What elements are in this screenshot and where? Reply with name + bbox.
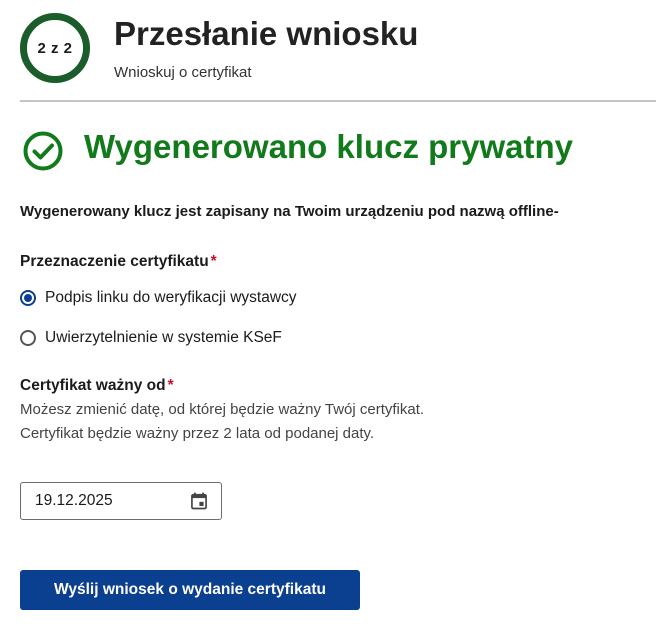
success-heading: Wygenerowano klucz prywatny — [84, 128, 574, 165]
date-value: 19.12.2025 — [35, 492, 113, 509]
radio-label: Podpis linku do weryfikacji wystawcy — [45, 289, 297, 306]
radio-button-checked[interactable] — [20, 290, 36, 306]
page-title: Przesłanie wniosku — [114, 15, 419, 52]
page: 2 z 2 Przesłanie wniosku Wnioskuj o cert… — [0, 0, 656, 627]
valid-from-label-text: Certyfikat ważny od — [20, 377, 166, 394]
radio-label: Uwierzytelnienie w systemie KSeF — [45, 329, 282, 346]
submit-request-button[interactable]: Wyślij wniosek o wydanie certyfikatu — [20, 570, 360, 610]
step-indicator-text: 2 z 2 — [37, 39, 73, 57]
purpose-label-text: Przeznaczenie certyfikatu — [20, 253, 209, 270]
calendar-icon[interactable] — [189, 491, 209, 511]
valid-from-label: Certyfikat ważny od * — [20, 377, 174, 395]
valid-from-hint: Możesz zmienić datę, od której będzie wa… — [20, 401, 425, 442]
purpose-label: Przeznaczenie certyfikatu * — [20, 253, 217, 271]
required-mark: * — [210, 253, 217, 270]
radio-button[interactable] — [20, 330, 36, 346]
radio-option-link-signature[interactable]: Podpis linku do weryfikacji wystawcy — [20, 289, 297, 307]
valid-from-date-field[interactable]: 19.12.2025 — [20, 482, 222, 520]
check-circle-icon — [23, 131, 63, 171]
step-indicator: 2 z 2 — [20, 13, 90, 83]
key-storage-info: Wygenerowany klucz jest zapisany na Twoi… — [20, 203, 559, 220]
radio-option-ksef-auth[interactable]: Uwierzytelnienie w systemie KSeF — [20, 329, 282, 347]
header-divider — [20, 100, 656, 102]
page-subtitle: Wnioskuj o certyfikat — [114, 64, 252, 81]
required-mark: * — [167, 377, 174, 394]
